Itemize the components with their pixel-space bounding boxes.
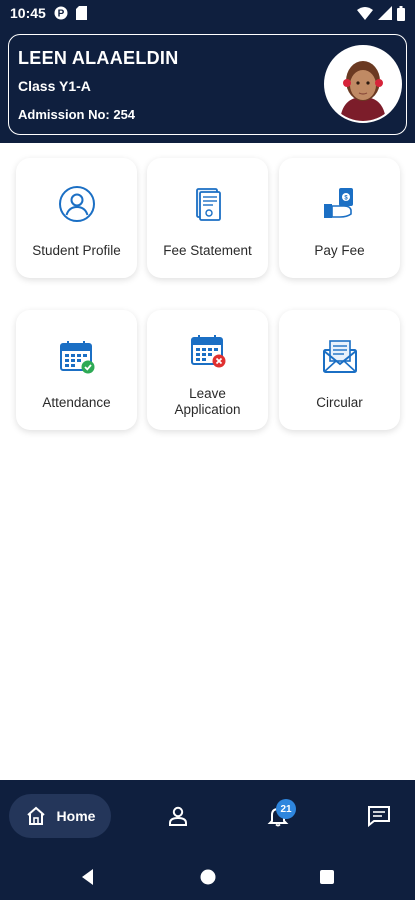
tile-label-text: Leave Application — [174, 386, 241, 417]
bottom-nav: Home — [0, 780, 415, 854]
leave-application-icon — [188, 330, 228, 370]
fee-statement-icon — [188, 184, 228, 224]
signal-icon — [378, 6, 392, 20]
nav-messages[interactable] — [365, 802, 393, 830]
battery-icon — [397, 5, 405, 21]
student-class: Class Y1-A — [18, 78, 91, 94]
home-icon — [25, 806, 47, 826]
student-name: LEEN ALAAELDIN — [18, 48, 179, 68]
back-icon[interactable] — [77, 866, 99, 888]
cloud-p-icon: P — [54, 6, 68, 20]
profile-icon — [167, 805, 189, 827]
notification-badge: 21 — [276, 799, 296, 819]
tile-label: Student Profile — [32, 243, 121, 258]
admission-number: Admission No: 254 — [18, 107, 136, 122]
tile-leave-application[interactable]: Leave Application — [147, 310, 268, 430]
status-bar: 10:45 P — [0, 0, 415, 26]
student-card[interactable]: LEEN ALAAELDIN Class Y1-A Admission No: … — [8, 34, 407, 135]
tile-label: Fee Statement — [163, 243, 252, 258]
recents-icon[interactable] — [316, 866, 338, 888]
pay-fee-icon: $ — [320, 184, 360, 224]
tile-attendance[interactable]: Attendance — [16, 310, 137, 430]
avatar[interactable] — [324, 45, 402, 123]
tile-fee-statement[interactable]: Fee Statement — [147, 158, 268, 278]
chat-icon — [367, 805, 391, 827]
home-circle-icon[interactable] — [197, 866, 219, 888]
tile-pay-fee[interactable]: $ Pay Fee — [279, 158, 400, 278]
nav-profile[interactable] — [164, 802, 192, 830]
tile-label: Leave Application — [147, 386, 268, 418]
nav-home[interactable]: Home — [9, 794, 111, 838]
circular-icon — [320, 336, 360, 376]
attendance-icon — [57, 336, 97, 376]
sim-card-icon — [75, 6, 87, 20]
system-nav-bar — [0, 854, 415, 900]
tile-label: Attendance — [42, 395, 111, 410]
student-profile-icon — [57, 184, 97, 224]
tile-student-profile[interactable]: Student Profile — [16, 158, 137, 278]
nav-home-label: Home — [56, 808, 96, 824]
status-time: 10:45 — [10, 5, 46, 21]
tile-label: Circular — [316, 395, 363, 410]
tile-label: Pay Fee — [314, 243, 365, 258]
header: LEEN ALAAELDIN Class Y1-A Admission No: … — [0, 26, 415, 143]
tile-circular[interactable]: Circular — [279, 310, 400, 430]
wifi-icon — [357, 6, 373, 20]
svg-text:P: P — [57, 9, 64, 20]
